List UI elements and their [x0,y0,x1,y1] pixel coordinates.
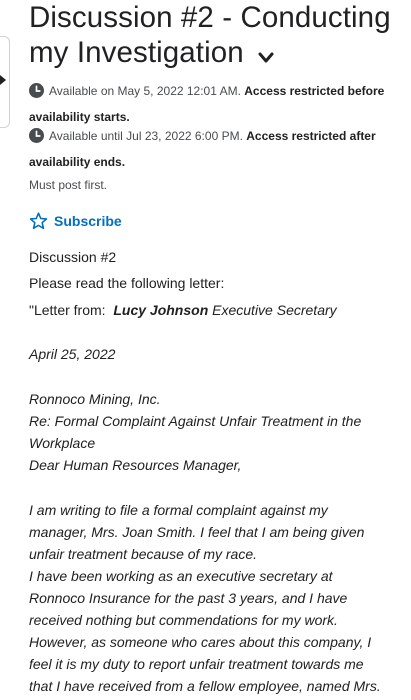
letter-line: However, as someone who cares about this… [29,634,372,650]
letter-header: Ronnoco Mining, Inc. Re: Formal Complain… [29,388,409,476]
availability-end-date: Available until Jul 23, 2022 6:00 PM. [49,129,243,143]
letter-line: manager, Mrs. Joan Smith. I feel that I … [29,524,365,540]
subscribe-label: Subscribe [54,213,122,229]
discussion-intro: Please read the following letter: [29,275,225,291]
letter-line: unfair treatment because of my race. [29,546,257,562]
letter-from-line: "Letter from: Lucy Johnson Executive Sec… [29,299,409,321]
chevron-down-icon[interactable] [258,37,274,72]
letter-body: I am writing to file a formal complaint … [29,499,409,697]
letter-from-prefix: "Letter from: [29,302,106,318]
subscribe-button[interactable]: Subscribe [29,212,122,230]
letter-line: received nothing but commendations for m… [29,612,338,628]
letter-from-title: Executive Secretary [212,302,337,318]
letter-from-name: Lucy Johnson [113,302,209,318]
letter-re-line-cont: Workplace [29,435,96,451]
clock-icon [29,83,44,106]
letter-line: feel it is my duty to report unfair trea… [29,656,364,672]
availability-end: Available until Jul 23, 2022 6:00 PM. Ac… [29,125,409,197]
availability-start-restriction-cont: availability starts. [29,110,130,124]
letter-company: Ronnoco Mining, Inc. [29,391,161,407]
page-title: Discussion #2 - Conducting my Investigat… [29,0,407,72]
letter-salutation: Dear Human Resources Manager, [29,457,242,473]
page-title-text: Discussion #2 - Conducting my Investigat… [29,1,391,69]
side-panel-toggle[interactable] [0,36,10,128]
letter-line: Ronnoco Insurance for the past 3 years, … [29,590,348,606]
letter-line: I am writing to file a formal complaint … [29,502,328,518]
availability-start-date: Available on May 5, 2022 12:01 AM. [49,84,241,98]
discussion-heading: Discussion #2 [29,249,117,265]
letter-re-line: Re: Formal Complaint Against Unfair Trea… [29,413,362,429]
letter-line: I have been working as an executive secr… [29,568,333,584]
star-outline-icon [29,212,48,230]
availability-start: Available on May 5, 2022 12:01 AM. Acces… [29,80,409,129]
availability-end-restriction: Access restricted after [246,129,376,143]
expand-arrow-icon [0,75,6,85]
clock-icon [29,128,44,151]
must-post-notice: Must post first. [29,178,108,192]
letter-date: April 25, 2022 [29,346,116,362]
availability-end-restriction-cont: availability ends. [29,155,126,169]
availability-start-restriction: Access restricted before [244,84,385,98]
letter-line: that I have received from a fellow emplo… [29,678,381,694]
